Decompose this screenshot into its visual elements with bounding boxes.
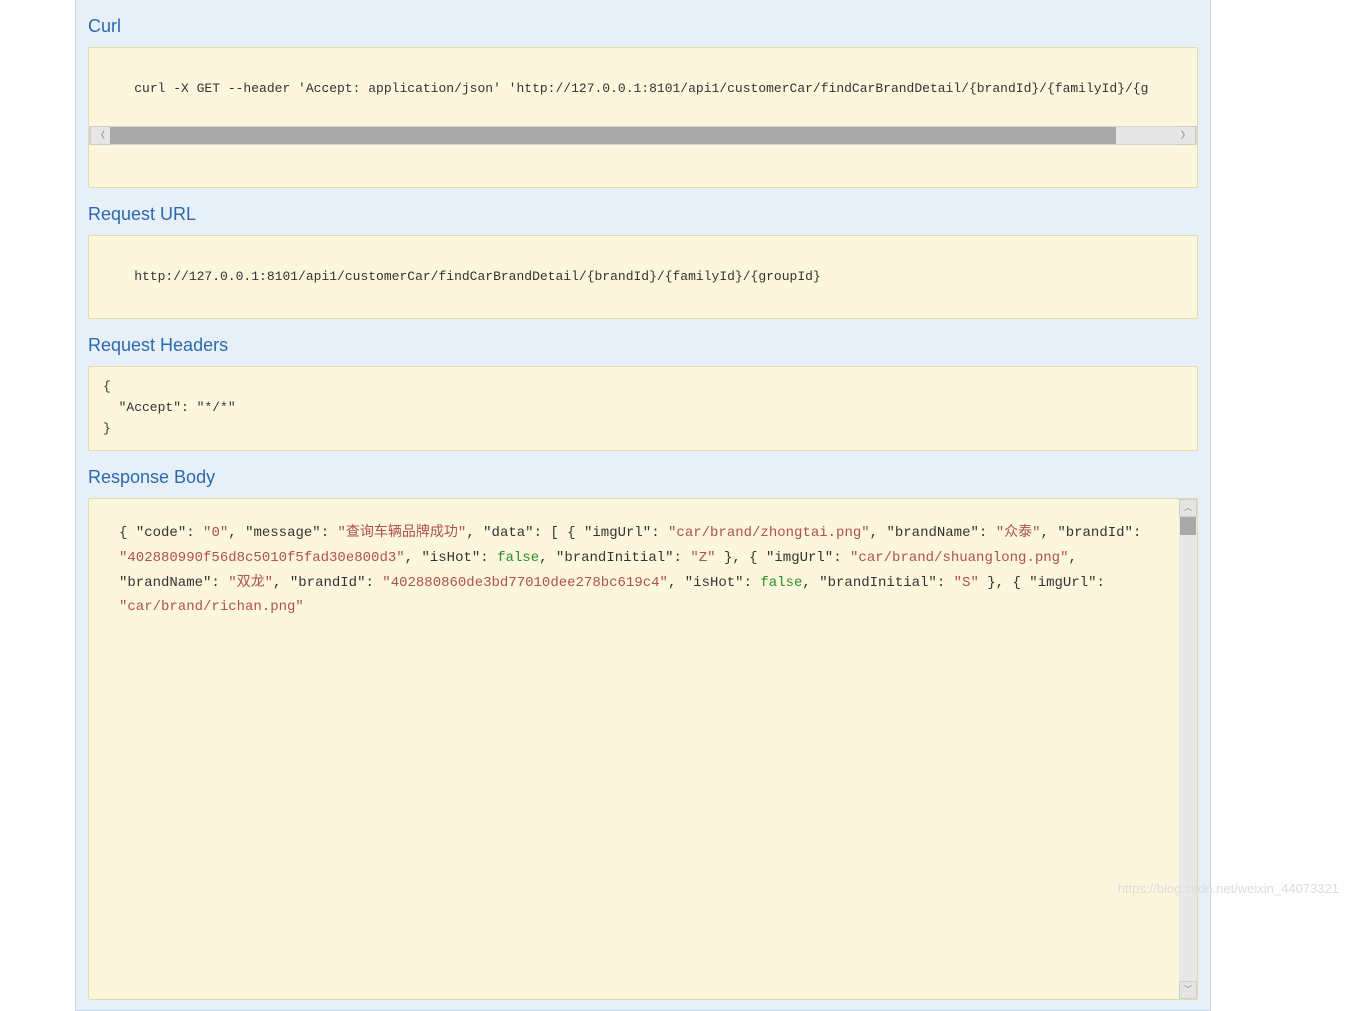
scroll-left-arrow[interactable]: 〈 (90, 126, 110, 145)
request-url-code-box[interactable]: http://127.0.0.1:8101/api1/customerCar/f… (88, 235, 1198, 319)
scroll-right-arrow[interactable]: 〉 (1176, 126, 1196, 145)
request-headers-text: { "Accept": "*/*" } (103, 379, 236, 436)
request-url-text: http://127.0.0.1:8101/api1/customerCar/f… (134, 269, 821, 284)
curl-command-text: curl -X GET --header 'Accept: applicatio… (134, 81, 1148, 96)
curl-section-title: Curl (88, 0, 1198, 47)
response-body-code-box[interactable]: { "code": "0", "message": "查询车辆品牌成功", "d… (89, 499, 1197, 999)
horizontal-scrollbar[interactable]: 〈 〉 (89, 126, 1197, 145)
request-headers-section-title: Request Headers (88, 319, 1198, 366)
scroll-down-arrow[interactable]: ﹀ (1179, 981, 1197, 999)
scrollbar-track-end[interactable] (1116, 127, 1176, 144)
request-url-section-title: Request URL (88, 188, 1198, 235)
vertical-scrollbar-track[interactable] (1179, 535, 1197, 981)
request-headers-code-box[interactable]: { "Accept": "*/*" } (88, 366, 1198, 450)
scroll-up-arrow[interactable]: ︿ (1179, 499, 1197, 517)
vertical-scrollbar-thumb[interactable] (1180, 517, 1196, 535)
scrollbar-thumb[interactable] (110, 127, 1116, 144)
swagger-response-panel: Curl curl -X GET --header 'Accept: appli… (75, 0, 1211, 1011)
response-body-wrapper: { "code": "0", "message": "查询车辆品牌成功", "d… (88, 498, 1198, 1000)
curl-code-box[interactable]: curl -X GET --header 'Accept: applicatio… (88, 47, 1198, 188)
response-body-section-title: Response Body (88, 451, 1198, 498)
vertical-scrollbar[interactable]: ︿ ﹀ (1179, 499, 1197, 999)
